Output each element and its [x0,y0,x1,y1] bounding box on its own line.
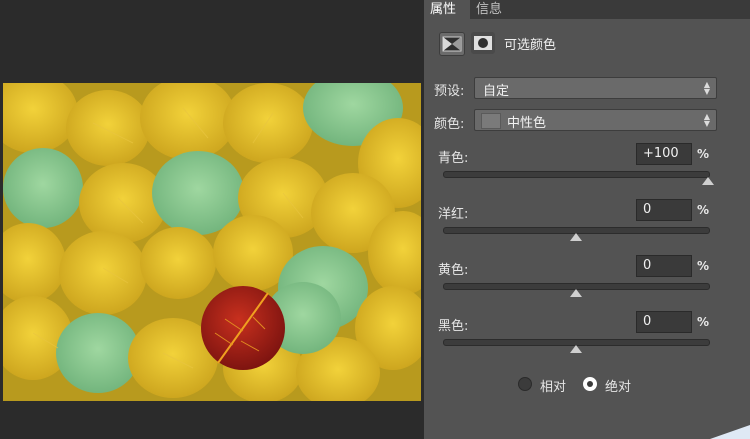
color-swatch [481,113,501,129]
color-dropdown[interactable]: 中性色 ▲ ▼ [474,109,717,131]
relative-label: 相对 [540,380,567,395]
preset-value: 自定 [483,84,510,99]
black-percent: % [697,315,710,329]
tab-properties[interactable]: 属性 [424,0,470,19]
cyan-label: 青色: [438,151,469,166]
black-label: 黑色: [438,319,469,334]
mask-icon[interactable] [471,32,495,54]
panel-tabbar: 属性 信息 [424,0,750,19]
yellow-slider-thumb[interactable] [569,289,582,297]
absolute-label: 绝对 [605,380,632,395]
adjustment-layer-icon[interactable] [439,32,465,56]
yellow-label: 黄色: [438,263,469,278]
color-value: 中性色 [507,116,547,131]
updown-arrows-icon: ▲ ▼ [703,112,710,128]
cyan-slider-thumb[interactable] [702,177,714,185]
yellow-percent: % [697,259,710,273]
color-label: 颜色: [434,117,465,132]
yellow-input[interactable]: 0 [636,255,692,277]
relative-radio[interactable] [518,377,532,391]
black-input[interactable]: 0 [636,311,692,333]
leaves-image [3,83,421,401]
preset-dropdown[interactable]: 自定 ▲ ▼ [474,77,717,99]
absolute-radio[interactable] [583,377,597,391]
updown-arrows-icon: ▲ ▼ [703,80,710,96]
magenta-slider-thumb[interactable] [569,233,582,241]
magenta-label: 洋红: [438,207,469,222]
corner-decoration [710,425,750,439]
cyan-slider-track[interactable] [443,171,710,178]
tab-info[interactable]: 信息 [470,0,508,19]
black-slider-thumb[interactable] [569,345,582,353]
document-canvas [0,0,424,439]
preset-label: 预设: [434,84,465,99]
cyan-input[interactable]: +100 [636,143,692,165]
panel-title: 可选颜色 [504,38,557,53]
magenta-percent: % [697,203,710,217]
properties-panel: 属性 信息 可选颜色 预设: 自定 ▲ ▼ 颜色: 中性色 ▲ ▼ 青色: +100… [424,0,750,439]
leaves-photo [3,83,421,401]
cyan-percent: % [697,147,710,161]
magenta-input[interactable]: 0 [636,199,692,221]
